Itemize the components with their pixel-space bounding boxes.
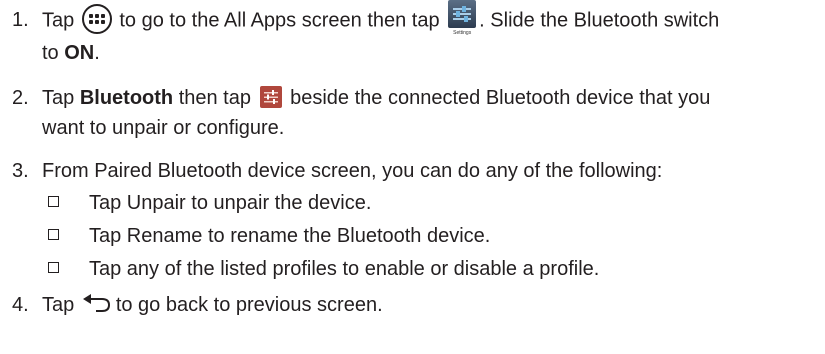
- step-text: to go to the All Apps screen then tap: [119, 9, 440, 32]
- step-2: 2. Tap Bluetooth then tap beside the conn…: [12, 85, 710, 111]
- step-text: Tap: [42, 87, 75, 109]
- checkbox-bullet: [48, 262, 59, 273]
- checkbox-bullet: [48, 196, 59, 207]
- step-text: to go back to previous screen.: [115, 294, 383, 316]
- list-item-text: Tap any of the listed profiles to enable…: [89, 258, 600, 280]
- checkbox-bullet: [48, 229, 59, 240]
- list-item: Tap Unpair to unpair the device.: [48, 190, 371, 216]
- back-arrow-icon: [82, 293, 114, 313]
- list-item: Tap any of the listed profiles to enable…: [48, 256, 599, 282]
- step-text: to: [42, 42, 59, 64]
- list-item-text: Tap Unpair to unpair the device.: [89, 192, 372, 214]
- step-number: 1.: [12, 9, 29, 32]
- settings-app-icon: Settings: [447, 0, 477, 38]
- step-text: . Slide the Bluetooth switch: [479, 9, 720, 32]
- step-2-continuation: want to unpair or configure.: [42, 115, 284, 141]
- step-4: 4. Tap to go back to previous screen.: [12, 292, 383, 318]
- step-number: 2.: [12, 87, 29, 109]
- list-item-text: Tap Rename to rename the Bluetooth devic…: [89, 225, 491, 247]
- step-text: .: [94, 42, 100, 64]
- step-number: 3.: [12, 160, 29, 182]
- on-label: ON: [64, 42, 95, 64]
- bluetooth-label: Bluetooth: [79, 87, 174, 109]
- step-1-continuation: to ON.: [42, 40, 100, 66]
- step-text: From Paired Bluetooth device screen, you…: [42, 160, 663, 182]
- bluetooth-config-icon: [259, 85, 282, 108]
- step-text: beside the connected Bluetooth device th…: [290, 87, 711, 109]
- settings-caption: Settings: [453, 30, 472, 36]
- step-1: 1. Tap to go to the All Apps screen then …: [12, 0, 720, 40]
- all-apps-icon: [81, 4, 112, 34]
- step-text: then tap: [178, 87, 251, 109]
- step-3: 3. From Paired Bluetooth device screen, y…: [12, 158, 662, 184]
- step-number: 4.: [12, 294, 29, 316]
- step-text: want to unpair or configure.: [42, 117, 285, 139]
- list-item: Tap Rename to rename the Bluetooth devic…: [48, 223, 490, 249]
- step-text: Tap: [42, 9, 75, 32]
- step-text: Tap: [42, 294, 75, 316]
